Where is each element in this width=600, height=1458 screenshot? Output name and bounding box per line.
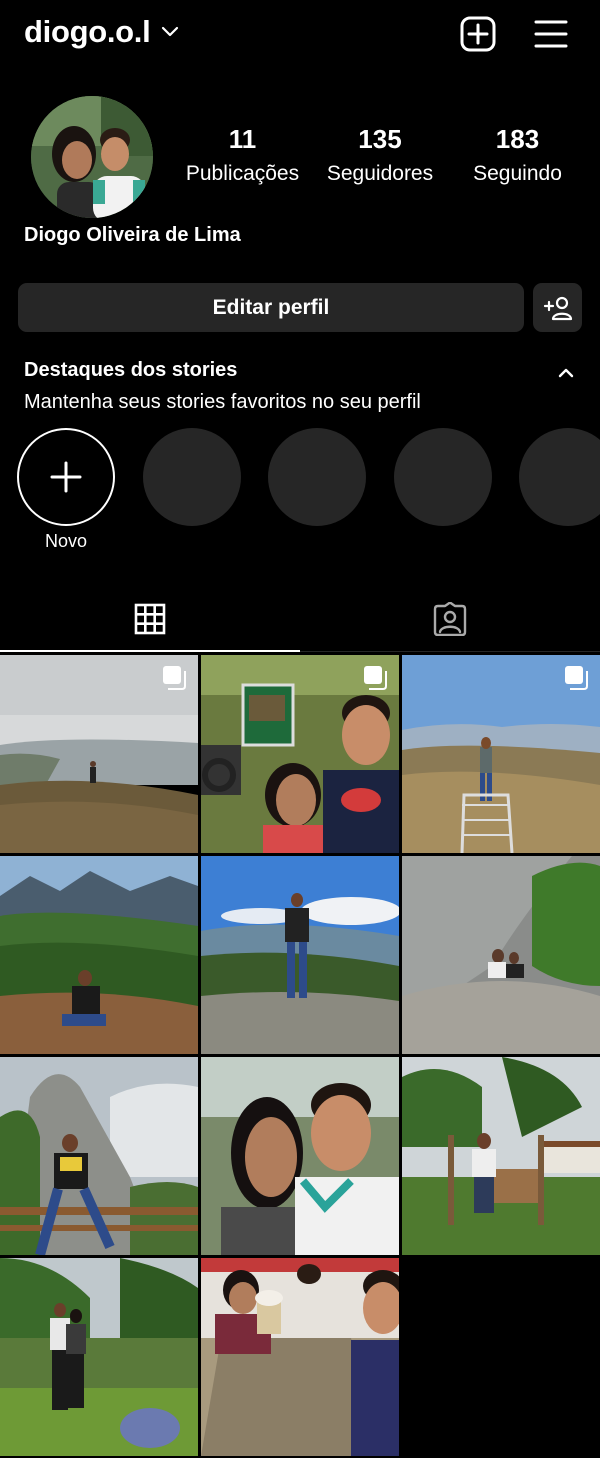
profile-tabs [0, 585, 600, 652]
carousel-icon [565, 666, 588, 690]
carousel-icon [163, 666, 186, 690]
grid-icon [134, 603, 166, 634]
username-label: diogo.o.l [24, 14, 151, 49]
stat-value: 135 [358, 124, 402, 154]
new-highlight-label: Novo [44, 531, 88, 551]
post-photo [402, 1057, 600, 1255]
chevron-up-icon[interactable] [556, 363, 576, 383]
profile-stats: 11 Publicações 135 Seguidores 183 Seguin… [175, 126, 585, 186]
tab-tagged[interactable] [300, 585, 600, 652]
carousel-icon [364, 666, 387, 690]
post-photo [0, 1057, 198, 1255]
followers-count[interactable]: 135 Seguidores [313, 126, 448, 186]
tagged-icon [433, 601, 467, 636]
new-post-icon [460, 16, 496, 52]
stat-value: 183 [495, 124, 540, 154]
stat-label: Seguindo [473, 162, 562, 185]
new-post-button[interactable] [458, 14, 498, 54]
posts-count[interactable]: 11 Publicações [175, 126, 310, 186]
post-thumbnail[interactable] [201, 1057, 399, 1255]
post-thumbnail[interactable] [201, 655, 399, 853]
new-highlight-button[interactable] [17, 428, 115, 526]
following-count[interactable]: 183 Seguindo [450, 126, 585, 186]
highlights-subtitle: Mantenha seus stories favoritos no seu p… [24, 391, 421, 413]
post-thumbnail[interactable] [402, 1057, 600, 1255]
post-photo [402, 856, 600, 1054]
add-person-icon [543, 296, 572, 320]
post-thumbnail[interactable] [201, 1258, 399, 1456]
avatar-photo [31, 96, 153, 218]
highlights-title: Destaques dos stories [24, 359, 238, 381]
tab-posts-grid[interactable] [0, 585, 300, 652]
stat-value: 11 [228, 124, 257, 154]
post-thumbnail[interactable] [402, 856, 600, 1054]
account-switcher[interactable]: diogo.o.l [24, 14, 180, 50]
post-thumbnail[interactable] [0, 856, 198, 1054]
menu-button[interactable] [531, 14, 571, 54]
post-photo [201, 856, 399, 1054]
stat-label: Seguidores [326, 162, 434, 185]
post-thumbnail[interactable] [402, 655, 600, 853]
tab-divider [300, 651, 600, 652]
highlight-placeholder [519, 428, 600, 526]
post-thumbnail[interactable] [0, 655, 198, 853]
highlight-placeholder [268, 428, 366, 526]
post-photo [201, 1258, 399, 1456]
post-thumbnail[interactable] [201, 856, 399, 1054]
edit-profile-button[interactable]: Editar perfil [18, 283, 524, 332]
profile-full-name: Diogo Oliveira de Lima [24, 224, 241, 246]
discover-people-button[interactable] [533, 283, 582, 332]
stat-label: Publicações [185, 162, 300, 185]
post-thumbnail[interactable] [0, 1057, 198, 1255]
menu-icon [534, 20, 568, 48]
highlight-placeholder [394, 428, 492, 526]
plus-icon [50, 461, 82, 493]
post-photo [0, 856, 198, 1054]
post-thumbnail[interactable] [0, 1258, 198, 1456]
post-photo [201, 1057, 399, 1255]
active-tab-indicator [0, 650, 300, 652]
post-photo [0, 1258, 198, 1456]
profile-avatar[interactable] [31, 96, 153, 218]
highlight-placeholder [143, 428, 241, 526]
chevron-down-icon [162, 26, 179, 37]
top-bar: diogo.o.l [0, 0, 600, 70]
